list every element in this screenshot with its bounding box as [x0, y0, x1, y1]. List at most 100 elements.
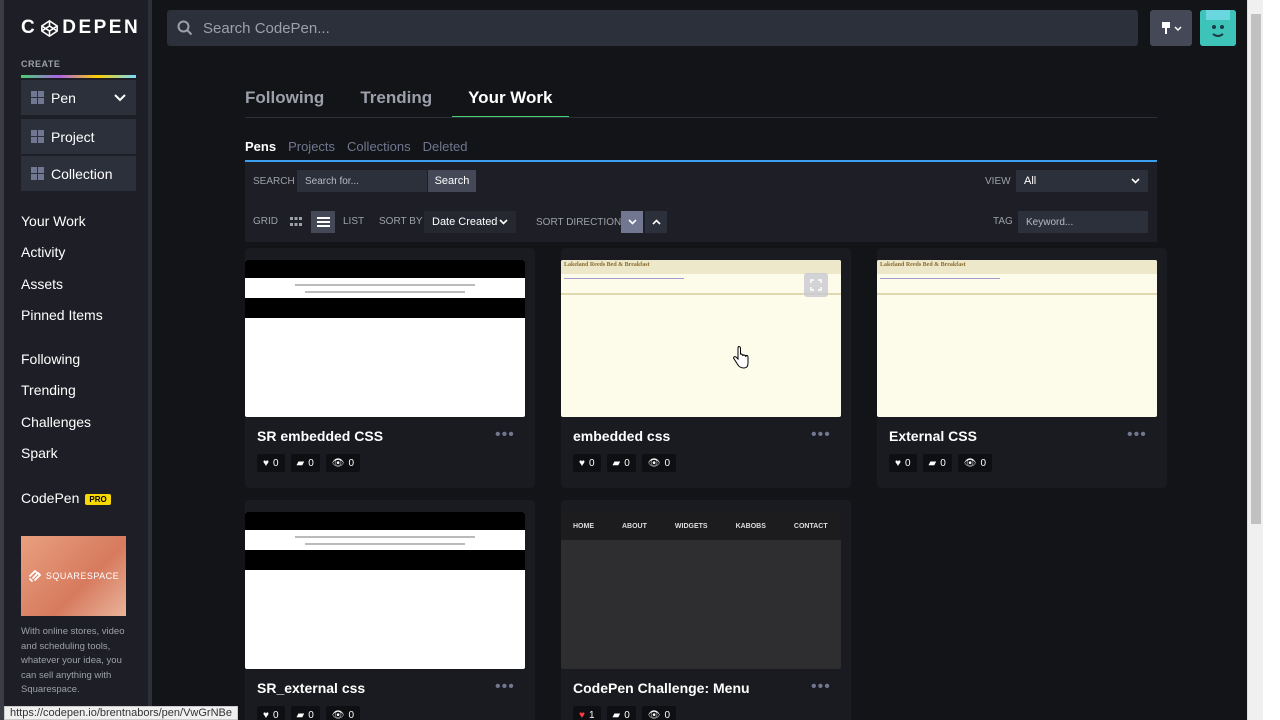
more-options-icon[interactable]: •••: [811, 426, 831, 444]
pen-stats: ♥ 0 ▰ 0 👁 0: [257, 454, 361, 472]
nav-codepen-pro[interactable]: CodePen PRO: [21, 490, 111, 506]
comment-button[interactable]: ▰ 0: [606, 706, 636, 720]
more-options-icon[interactable]: •••: [1127, 426, 1147, 444]
ad-brand: SQUARESPACE: [45, 571, 120, 581]
create-project-button[interactable]: Project: [21, 119, 136, 154]
pen-card[interactable]: SR_external css ••• ♥ 0 ▰ 0 👁 0: [245, 500, 535, 720]
more-options-icon[interactable]: •••: [811, 678, 831, 696]
adjacent-window-strip: [1263, 0, 1280, 720]
comment-icon: ▰: [296, 457, 305, 469]
views-stat[interactable]: 👁 0: [325, 706, 361, 720]
like-button[interactable]: ♥ 0: [889, 454, 917, 472]
preview-heading: Lakeland Reeds Bed & Breakfast: [564, 262, 650, 268]
pen-preview[interactable]: [245, 512, 525, 669]
nav-spark[interactable]: Spark: [21, 445, 58, 461]
pen-title[interactable]: CodePen Challenge: Menu: [573, 680, 750, 696]
squarespace-logo-icon: [28, 569, 42, 582]
search-icon: [177, 20, 193, 36]
nav-following[interactable]: Following: [21, 351, 80, 367]
preview-text-line: [295, 284, 475, 286]
grid-view-button[interactable]: [285, 211, 307, 233]
pen-preview[interactable]: [245, 260, 525, 417]
views-stat[interactable]: 👁 0: [641, 706, 677, 720]
more-options-icon[interactable]: •••: [495, 426, 515, 444]
like-button[interactable]: ♥ 0: [257, 454, 285, 472]
pen-title[interactable]: SR embedded CSS: [257, 428, 383, 444]
comment-button[interactable]: ▰ 0: [290, 454, 320, 472]
scrollbar-thumb[interactable]: [1251, 14, 1261, 524]
create-label: CREATE: [21, 59, 61, 69]
tab-your-work[interactable]: Your Work: [452, 88, 569, 118]
more-options-icon[interactable]: •••: [495, 678, 515, 696]
pen-card[interactable]: Lakeland Reeds Bed & Breakfast External …: [877, 248, 1167, 488]
nav-activity[interactable]: Activity: [21, 244, 65, 260]
views-stat[interactable]: 👁 0: [957, 454, 993, 472]
subtab-deleted[interactable]: Deleted: [423, 139, 468, 154]
search-button[interactable]: Search: [428, 170, 476, 192]
preview-footer-bar: [245, 550, 525, 570]
sidebar-edge: [0, 0, 4, 720]
list-label: LIST: [343, 216, 365, 227]
pen-preview[interactable]: Lakeland Reeds Bed & Breakfast: [877, 260, 1157, 417]
sort-by-select[interactable]: Date Created: [424, 211, 516, 233]
ad-text[interactable]: With online stores, video and scheduling…: [21, 625, 133, 698]
tab-trending[interactable]: Trending: [360, 88, 432, 118]
global-search-input[interactable]: [203, 19, 1083, 37]
preview-text-line: [305, 543, 465, 545]
squarespace-ad-image[interactable]: SQUARESPACE: [21, 536, 126, 616]
subtab-projects[interactable]: Projects: [288, 139, 335, 154]
comment-button[interactable]: ▰ 0: [922, 454, 952, 472]
tag-input[interactable]: [1018, 211, 1148, 233]
pinned-items-button[interactable]: [1150, 10, 1192, 46]
pen-card[interactable]: Lakeland Reeds Bed & Breakfast embedded …: [561, 248, 851, 488]
like-button[interactable]: ♥ 0: [573, 454, 601, 472]
list-view-button[interactable]: [311, 211, 335, 233]
like-button[interactable]: ♥ 0: [257, 706, 285, 720]
nav-assets[interactable]: Assets: [21, 276, 63, 292]
pen-title[interactable]: External CSS: [889, 428, 977, 444]
pen-search-input[interactable]: [297, 170, 427, 192]
pen-title[interactable]: embedded css: [573, 428, 670, 444]
create-pen-button[interactable]: Pen: [21, 80, 136, 115]
view-label: VIEW: [985, 176, 1011, 187]
nav-pinned-items[interactable]: Pinned Items: [21, 307, 103, 323]
pen-preview[interactable]: Lakeland Reeds Bed & Breakfast: [561, 260, 841, 417]
nav-trending[interactable]: Trending: [21, 382, 76, 398]
user-avatar[interactable]: [1200, 10, 1236, 46]
subtab-collections[interactable]: Collections: [347, 139, 411, 154]
global-search[interactable]: [167, 10, 1138, 46]
view-select[interactable]: All: [1016, 170, 1148, 192]
comment-count: 0: [624, 709, 630, 720]
sort-asc-button[interactable]: [645, 211, 667, 233]
views-stat[interactable]: 👁 0: [641, 454, 677, 472]
pen-preview[interactable]: HOME ABOUT WIDGETS KABOBS CONTACT: [561, 512, 841, 669]
tabs-divider: [245, 117, 1157, 118]
tab-following[interactable]: Following: [245, 88, 324, 118]
page-scrollbar[interactable]: [1247, 0, 1263, 720]
tag-label: TAG: [993, 216, 1013, 227]
heart-icon: ♥: [263, 457, 269, 469]
chevron-down-icon[interactable]: [114, 93, 126, 102]
comment-icon: ▰: [612, 709, 621, 720]
comment-count: 0: [940, 457, 946, 469]
search-label: SEARCH: [253, 176, 295, 187]
create-collection-button[interactable]: Collection: [21, 156, 136, 191]
sort-desc-button[interactable]: [621, 211, 643, 233]
preview-menu-bar: HOME ABOUT WIDGETS KABOBS CONTACT: [561, 512, 841, 540]
comment-button[interactable]: ▰ 0: [290, 706, 320, 720]
codepen-cube-icon: [41, 19, 59, 37]
expand-button[interactable]: [804, 273, 828, 297]
codepen-logo[interactable]: C DEPEN: [21, 17, 140, 39]
create-pen-label: Pen: [51, 89, 76, 106]
pen-card[interactable]: SR embedded CSS ••• ♥ 0 ▰ 0 👁 0: [245, 248, 535, 488]
subtab-pens[interactable]: Pens: [245, 139, 276, 154]
comment-button[interactable]: ▰ 0: [606, 454, 636, 472]
pen-title[interactable]: SR_external css: [257, 680, 365, 696]
nav-your-work[interactable]: Your Work: [21, 213, 86, 229]
chevron-down-icon: [499, 219, 508, 225]
views-stat[interactable]: 👁 0: [325, 454, 361, 472]
nav-challenges[interactable]: Challenges: [21, 414, 91, 430]
like-button[interactable]: ♥ 1: [573, 706, 601, 720]
pen-card[interactable]: HOME ABOUT WIDGETS KABOBS CONTACT CodePe…: [561, 500, 851, 720]
preview-text-line: [295, 536, 475, 538]
